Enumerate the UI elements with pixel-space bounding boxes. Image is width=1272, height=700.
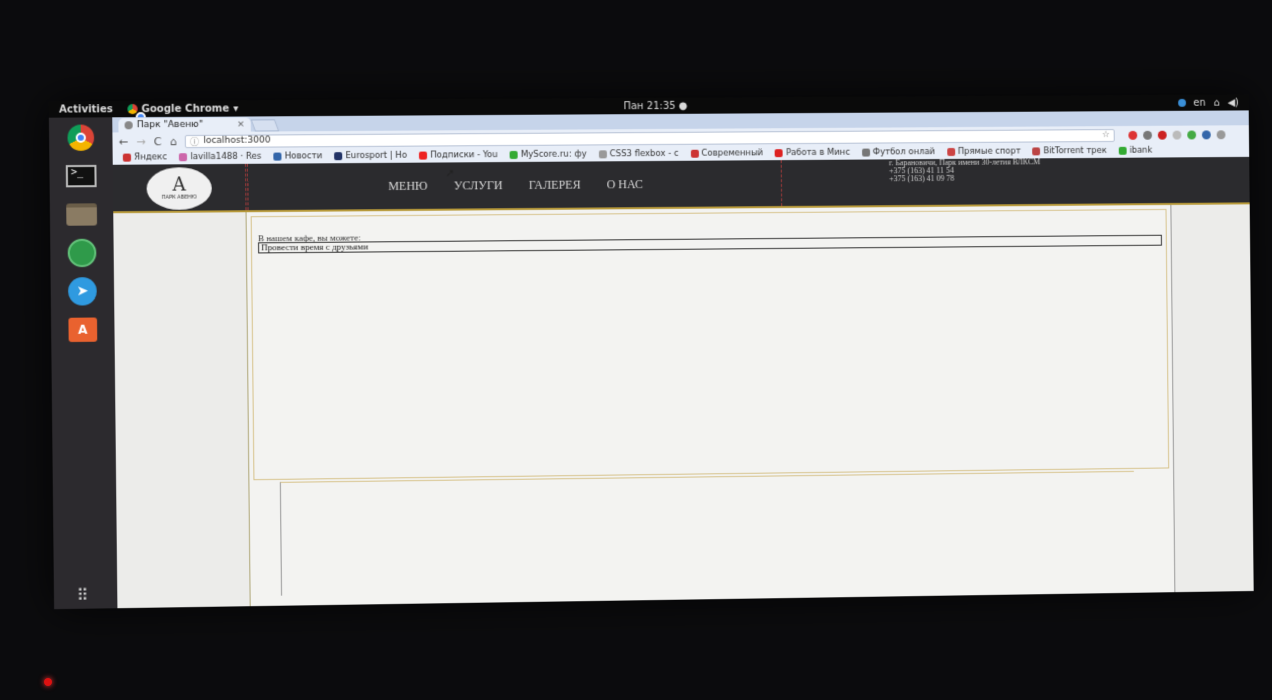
bookmark-favicon-icon [122, 153, 132, 162]
network-icon[interactable]: ⌂ [1213, 97, 1219, 108]
files-icon [66, 203, 98, 226]
show-apps-icon[interactable]: ⠿ [76, 585, 89, 604]
bookmark-favicon-icon [1032, 147, 1041, 156]
extension-icon[interactable] [1216, 129, 1226, 139]
info-icon[interactable]: ⓘ [190, 134, 199, 147]
software-store-icon: A [68, 317, 98, 343]
close-icon[interactable]: × [237, 120, 245, 130]
chevron-down-icon: ▾ [233, 102, 239, 115]
mouse-cursor-icon: ➚ [445, 166, 455, 180]
web-page: A ПАРК АВЕНЮ МЕНЮ УСЛУГИ ГАЛЕРЕЯ О НАС г… [112, 156, 1254, 609]
bookmark-item[interactable]: Прямые спорт [946, 147, 1021, 157]
forward-arrow-icon[interactable]: → [136, 135, 146, 148]
clock[interactable]: Пан 21:35 ● [623, 100, 687, 111]
bookmark-item[interactable]: Яндекс [122, 152, 167, 163]
logo-text: ПАРК АВЕНЮ [161, 194, 197, 201]
bookmark-favicon-icon [861, 148, 870, 157]
bookmark-item[interactable]: ibank [1118, 146, 1152, 156]
logo-mark: A [172, 174, 186, 196]
phone-2[interactable]: +375 (163) 41 09 78 [889, 174, 1040, 183]
content-area: В нашем кафе, вы можете: Провести время … [113, 204, 1254, 609]
keyboard-layout[interactable]: en [1193, 97, 1205, 108]
bookmark-favicon-icon [273, 152, 282, 161]
bookmark-item[interactable]: BitTorrent трек [1032, 146, 1107, 156]
bookmark-favicon-icon [179, 153, 188, 162]
logo-container: A ПАРК АВЕНЮ [112, 163, 247, 212]
volume-icon[interactable]: ◀) [1227, 97, 1238, 108]
terminal-icon: >_ [65, 164, 97, 188]
dock-telegram[interactable]: ➤ [65, 277, 100, 306]
extensions [1128, 129, 1226, 140]
bookmark-item[interactable]: Подписки - You [419, 150, 498, 161]
bookmark-item[interactable]: CSS3 flexbox - c [598, 149, 679, 160]
reload-icon[interactable]: C [154, 135, 162, 148]
bookmark-favicon-icon [419, 151, 428, 160]
bookmark-item[interactable]: Работа в Минс [774, 148, 850, 158]
chrome-icon [67, 124, 95, 151]
features-block: В нашем кафе, вы можете: Провести время … [250, 208, 1170, 481]
bookmark-item[interactable]: MyScore.ru: фу [509, 149, 587, 160]
bookmark-favicon-icon [598, 150, 607, 159]
bookmark-favicon-icon [334, 152, 343, 161]
bookmark-item[interactable]: lavilla1488 · Res [179, 152, 261, 163]
left-column [113, 212, 251, 609]
right-column [1171, 204, 1254, 593]
extension-icon[interactable] [1172, 130, 1182, 140]
monitor-screen: Activities Google Chrome ▾ Пан 21:35 ● e… [48, 94, 1254, 610]
tab-title: Парк "Авеню" [136, 119, 204, 131]
chrome-window: Парк "Авеню" × ← → C ⌂ ⓘ localhost:3000 … [112, 110, 1254, 609]
contact-info: г. Барановичи, Парк имени 30-летия ВЛКСМ… [889, 157, 1041, 183]
site-logo[interactable]: A ПАРК АВЕНЮ [146, 167, 212, 210]
telegram-icon: ➤ [67, 277, 97, 306]
dock-files[interactable] [64, 200, 99, 229]
favicon-icon [124, 121, 133, 130]
bookmark-star-icon[interactable]: ☆ [1102, 130, 1110, 140]
nav-services[interactable]: УСЛУГИ [454, 178, 503, 193]
nav-about[interactable]: О НАС [607, 177, 644, 192]
app-menu-label: Google Chrome [141, 102, 230, 115]
chrome-small-icon [127, 104, 138, 115]
dock: >_ ➤ A ⠿ [48, 117, 118, 610]
feature-list-item: Провести время с друзьями [258, 234, 1162, 254]
dock-chrome[interactable] [63, 123, 98, 152]
extension-icon[interactable] [1128, 130, 1138, 140]
bookmark-item[interactable]: Современный [690, 148, 763, 159]
bookmark-favicon-icon [690, 149, 699, 158]
dock-software-store[interactable]: A [65, 315, 100, 344]
lower-block [279, 470, 1136, 596]
bookmark-favicon-icon [946, 147, 955, 156]
dock-green-app[interactable] [65, 238, 100, 268]
power-led [44, 678, 52, 686]
bookmark-item[interactable]: Футбол онлай [861, 147, 935, 158]
bookmark-favicon-icon [1118, 146, 1127, 155]
home-icon[interactable]: ⌂ [170, 135, 177, 148]
bookmark-favicon-icon [774, 149, 784, 158]
green-app-icon [67, 238, 97, 268]
main-nav: МЕНЮ УСЛУГИ ГАЛЕРЕЯ О НАС [247, 160, 783, 211]
bookmark-item[interactable]: Eurosport | Ho [334, 151, 407, 162]
bookmark-item[interactable]: Новости [273, 151, 322, 162]
extension-icon[interactable] [1187, 130, 1197, 139]
activities-button[interactable]: Activities [59, 104, 113, 115]
dock-terminal[interactable]: >_ [64, 162, 99, 191]
tab-park-avenue[interactable]: Парк "Авеню" × [118, 117, 251, 133]
bookmark-favicon-icon [509, 150, 518, 160]
url-text: localhost:3000 [203, 135, 271, 146]
app-menu[interactable]: Google Chrome ▾ [127, 103, 238, 115]
new-tab-button[interactable] [250, 119, 280, 132]
nav-menu[interactable]: МЕНЮ [388, 178, 428, 193]
main-column: В нашем кафе, вы можете: Провести время … [246, 204, 1176, 607]
extension-icon[interactable] [1202, 129, 1211, 139]
system-tray[interactable]: en ⌂ ◀) [1177, 97, 1239, 108]
back-arrow-icon[interactable]: ← [119, 135, 129, 148]
nav-gallery[interactable]: ГАЛЕРЕЯ [529, 177, 581, 192]
telegram-tray-icon[interactable] [1177, 98, 1186, 107]
extension-icon[interactable] [1143, 130, 1153, 140]
extension-icon[interactable] [1157, 130, 1167, 140]
